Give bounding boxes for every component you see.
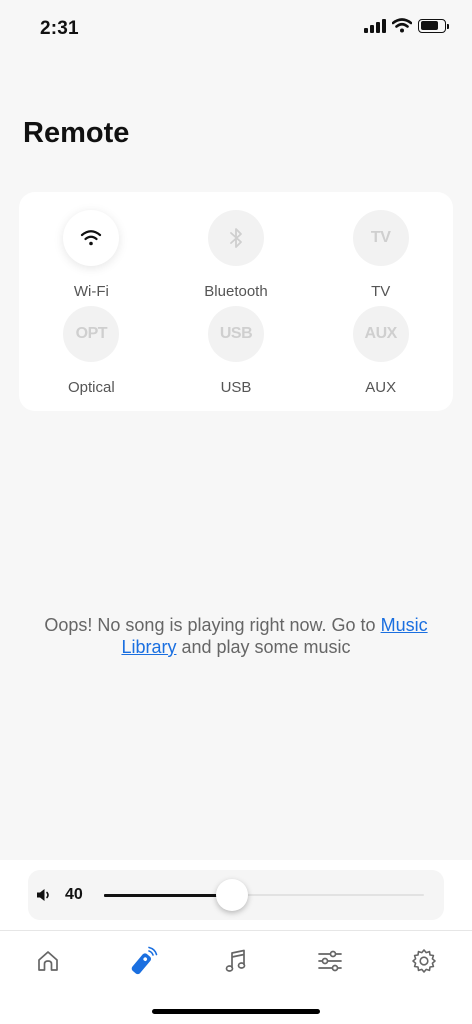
empty-state-message: Oops! No song is playing right now. Go t… xyxy=(20,614,452,658)
source-label: USB xyxy=(220,378,252,396)
home-icon xyxy=(38,951,58,971)
volume-slider-fill xyxy=(104,893,232,897)
empty-message-text: Oops! No song is playing right now. Go t… xyxy=(44,615,381,635)
source-bluetooth[interactable]: Bluetooth xyxy=(164,210,309,306)
volume-control: 40 xyxy=(28,870,444,920)
empty-message-text-end: and play some music xyxy=(176,637,351,657)
source-tv[interactable]: TV TV xyxy=(308,210,453,306)
source-aux[interactable]: AUX AUX xyxy=(308,305,453,402)
source-label: TV xyxy=(371,283,391,300)
music-note-icon xyxy=(225,949,246,972)
source-badge: AUX xyxy=(352,305,409,362)
volume-panel: 40 xyxy=(0,860,472,930)
tab-home[interactable] xyxy=(30,943,66,979)
battery-level xyxy=(420,21,438,30)
bluetooth-icon xyxy=(207,210,264,266)
tab-music[interactable] xyxy=(218,943,254,979)
speaker-icon[interactable] xyxy=(36,887,52,903)
volume-slider-thumb[interactable] xyxy=(216,879,248,911)
source-label: Wi-Fi xyxy=(73,283,109,300)
source-label: Bluetooth xyxy=(204,283,268,300)
status-time: 2:31 xyxy=(40,18,79,39)
wifi-status-icon xyxy=(392,18,412,33)
source-label: Optical xyxy=(67,378,115,396)
page-title: Remote xyxy=(23,117,130,149)
home-indicator xyxy=(152,1009,320,1014)
tab-settings[interactable] xyxy=(406,943,442,979)
volume-value: 40 xyxy=(65,886,83,903)
source-badge: OPT xyxy=(63,305,120,362)
tab-equalizer[interactable] xyxy=(312,943,348,979)
tab-remote[interactable] xyxy=(125,943,161,979)
cellular-signal-icon xyxy=(364,18,386,33)
gear-icon xyxy=(412,949,436,973)
status-bar: 2:31 xyxy=(0,0,472,56)
wifi-icon xyxy=(63,210,120,266)
source-usb[interactable]: USB USB xyxy=(164,305,309,402)
sliders-icon xyxy=(318,950,342,972)
source-badge: TV xyxy=(352,210,409,266)
source-selector: Wi-Fi Bluetooth TV TV OPT Optical USB US… xyxy=(19,192,453,411)
remote-icon xyxy=(131,946,158,975)
source-wifi[interactable]: Wi-Fi xyxy=(19,210,164,306)
source-label: AUX xyxy=(365,378,397,396)
volume-slider[interactable] xyxy=(104,879,424,911)
source-badge: USB xyxy=(207,305,264,362)
status-icons xyxy=(364,18,449,33)
source-optical[interactable]: OPT Optical xyxy=(19,305,164,402)
battery-icon xyxy=(418,18,449,33)
